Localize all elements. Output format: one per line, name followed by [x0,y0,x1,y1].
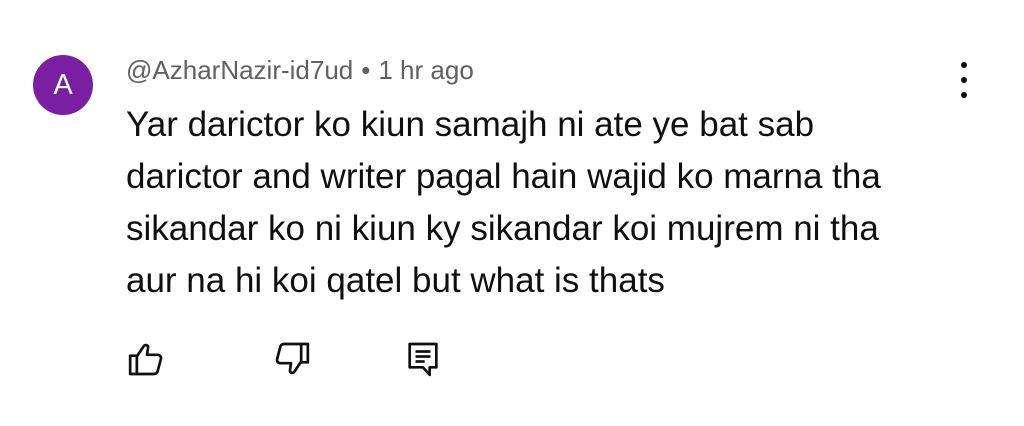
more-options-button[interactable] [950,62,978,98]
comment-item: A @AzharNazir-id7ud • 1 hr ago Yar daricto… [0,0,1024,426]
dislike-button[interactable] [270,337,314,381]
reply-button[interactable] [401,337,445,381]
reply-comment-icon [408,342,438,377]
avatar[interactable]: A [33,55,93,115]
comment-text: Yar darictor ko kiun samajh ni ate ye ba… [126,105,881,300]
thumbs-up-icon [128,343,163,376]
header-separator: • [361,55,371,85]
comment-header: @AzharNazir-id7ud • 1 hr ago [126,54,474,86]
more-vertical-icon-dot [961,77,967,83]
avatar-letter: A [53,68,73,101]
more-vertical-icon-dot [961,92,967,98]
comment-timestamp[interactable]: 1 hr ago [378,55,473,85]
more-vertical-icon [961,62,967,68]
author-handle[interactable]: @AzharNazir-id7ud [126,55,353,85]
like-button[interactable] [124,337,168,381]
thumbs-down-icon [275,342,310,375]
